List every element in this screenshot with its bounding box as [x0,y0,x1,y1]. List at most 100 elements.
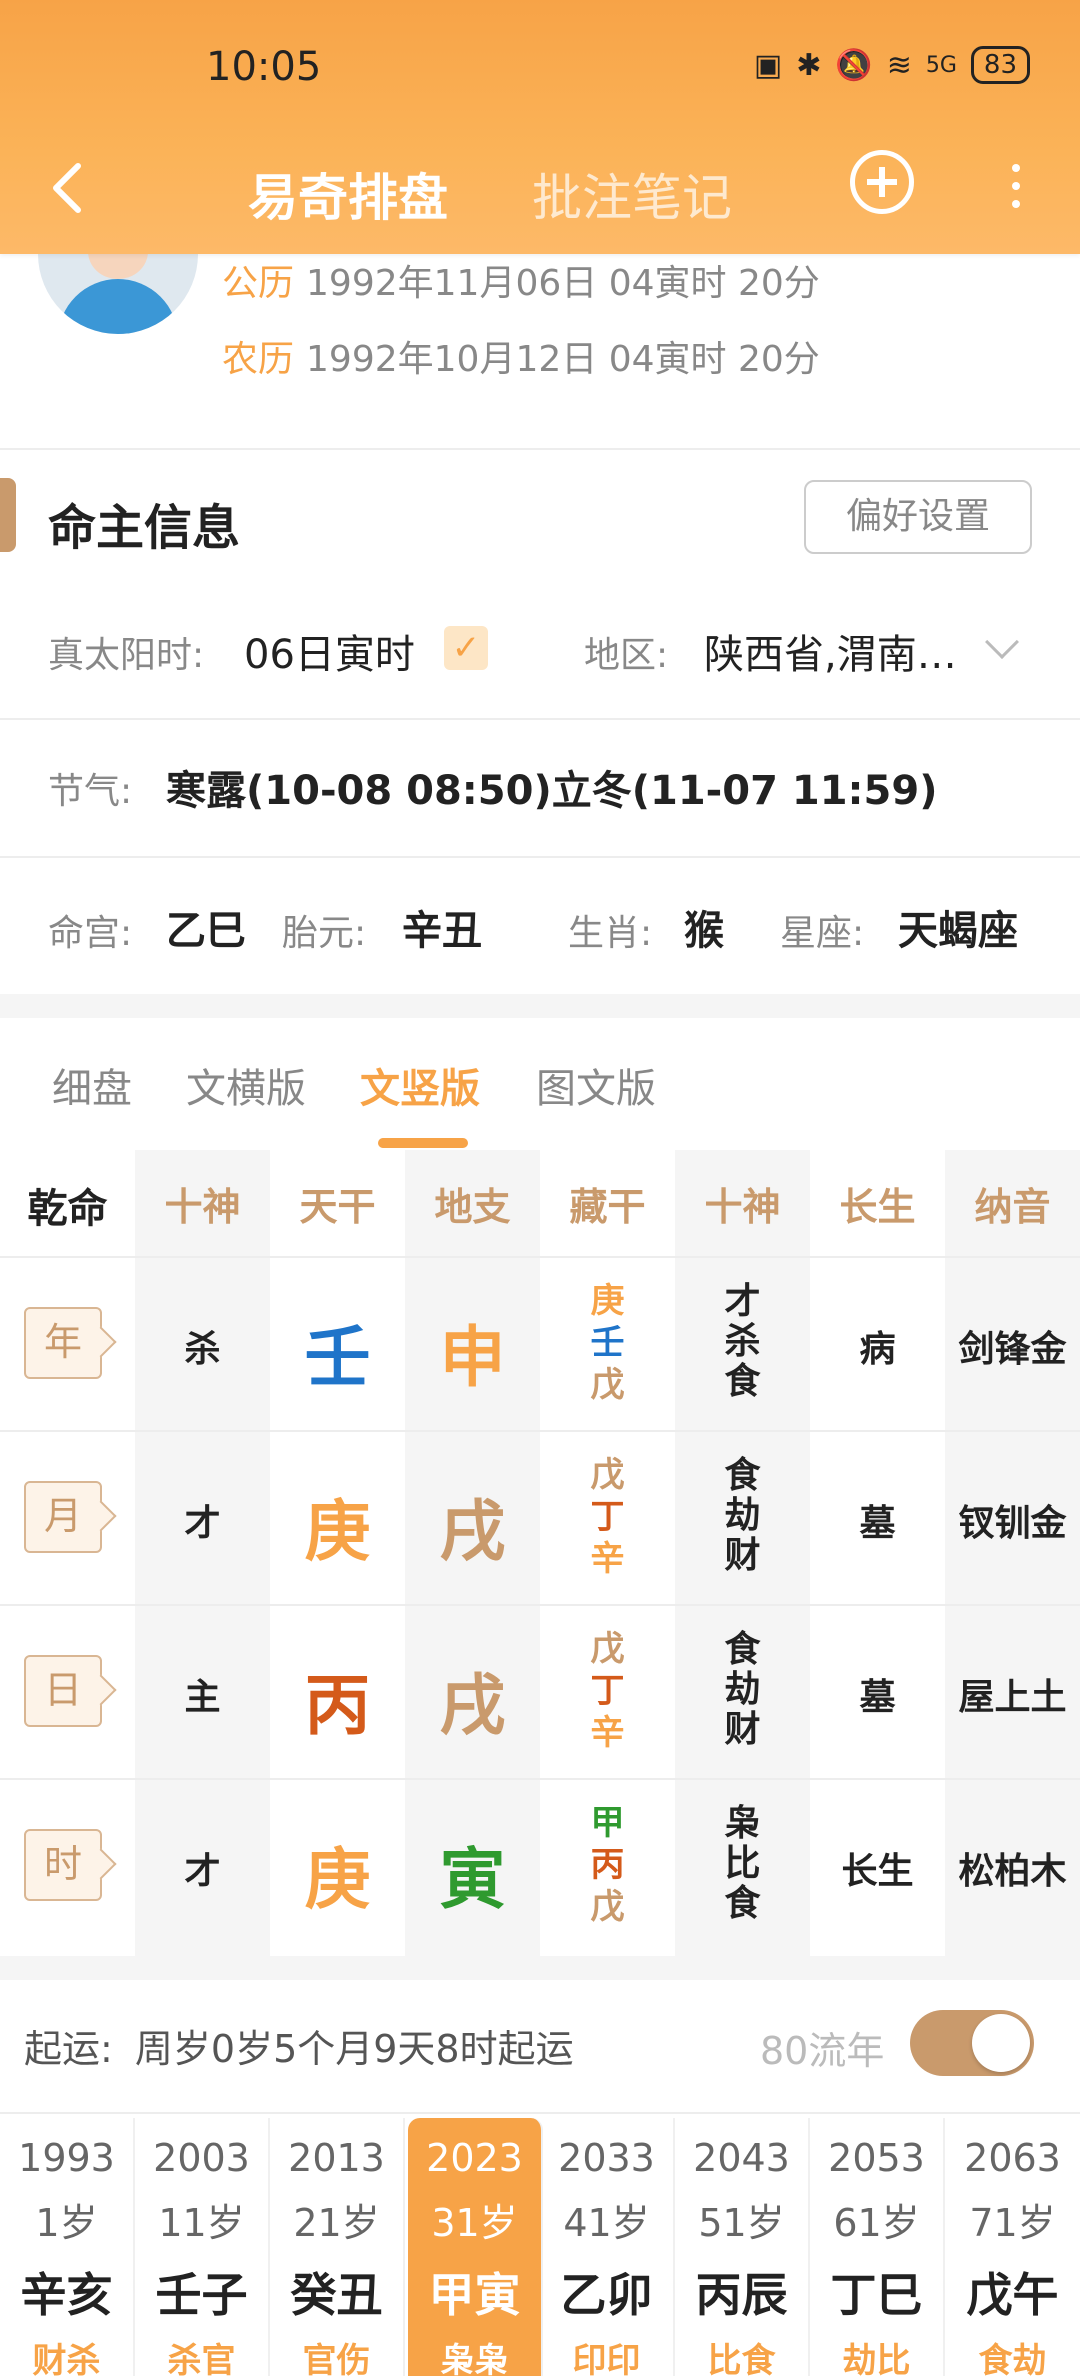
dayun-item[interactable]: 1993 1岁 辛亥 财杀 [0,2118,135,2376]
tab-xipan[interactable]: 细盘 [52,1056,132,1114]
section-gap [0,1956,1080,1980]
hidden-ten-gods: 才杀食 [724,1281,761,1402]
liunian-label: 80流年 [760,2029,885,2073]
changsheng: 病 [859,1329,896,1370]
qiyun-row: 起运: 周岁0岁5个月9天8时起运 [24,2018,574,2073]
liunian-toggle[interactable] [910,2010,1034,2076]
changsheng: 墓 [859,1503,896,1544]
section-title: 命主信息 [48,500,241,556]
pillar-day: 日 [24,1655,102,1727]
toggle-knob [972,2014,1030,2072]
lunar-date-row: 农历 1992年10月12日 04寅时 20分 [222,330,820,382]
tab-yiqi-paipan[interactable]: 易奇排盘 [248,158,448,230]
header-nayin: 纳音 [974,1185,1051,1229]
wifi-icon: ≋ [886,47,912,83]
nayin: 屋上土 [958,1677,1067,1718]
header-qianming: 乾命 [27,1186,108,1232]
lunar-tag: 农历 [222,339,295,380]
status-bar: 10:05 ▣ ✱ 🔕 ≋ 5G 83 [0,0,1080,140]
minggong-label: 命宫: [48,913,133,954]
heavenly-stem: 庚 [304,1841,371,1918]
divider [0,856,1080,858]
region-select[interactable]: 陕西省,渭南… [704,622,957,680]
active-tab-indicator [378,1138,468,1148]
true-solar-value: 06日寅时 [244,632,415,678]
solar-date-row: 公历 1992年11月06日 04寅时 20分 [222,254,820,306]
dayun-item[interactable]: 2063 71岁 戊午 食劫 [945,2118,1080,2376]
dayun-row: 1993 1岁 辛亥 财杀 2003 11岁 壬子 杀官 2013 21岁 癸丑 官伤 20… [0,2118,1080,2376]
taiyuan-value: 辛丑 [402,908,482,954]
tab-tuwenban[interactable]: 图文版 [536,1056,656,1114]
true-solar-label: 真太阳时: [48,635,205,676]
minggong-value: 乙巳 [166,908,246,954]
status-time: 10:05 [206,44,322,90]
back-icon[interactable] [40,158,100,218]
preferences-button[interactable]: 偏好设置 [804,480,1032,554]
lunar-date: 1992年10月12日 04寅时 20分 [306,339,820,380]
dayun-item[interactable]: 2013 21岁 癸丑 官伤 [270,2118,405,2376]
header-dizhi: 地支 [434,1185,511,1229]
status-icons: ▣ ✱ 🔕 ≋ 5G 83 [754,46,1030,84]
earthly-branch: 戌 [439,1493,506,1570]
divider [0,718,1080,720]
jieqi-value: 寒露(10-08 08:50)立冬(11-07 11:59) [166,768,938,814]
heavenly-stem: 庚 [304,1493,371,1570]
qiyun-text: 周岁0岁5个月9天8时起运 [134,2027,574,2071]
dayun-item[interactable]: 2033 41岁 乙卯 印印 [540,2118,675,2376]
column [135,1150,270,1956]
tab-wenhengban[interactable]: 文横版 [186,1056,306,1114]
divider [0,448,1080,450]
nfc-icon: ▣ [753,47,783,83]
solar-date: 1992年11月06日 04寅时 20分 [306,263,820,304]
app-header: 10:05 ▣ ✱ 🔕 ≋ 5G 83 易奇排盘 批注笔记 [0,0,1080,254]
profile-card: 公历 1992年11月06日 04寅时 20分 农历 1992年10月12日 04寅… [0,234,1080,448]
tab-wenshuban[interactable]: 文竖版 [360,1056,480,1114]
bluetooth-icon: ✱ [796,47,822,83]
changsheng: 长生 [841,1851,914,1892]
hidden-ten-gods: 食劫财 [724,1455,761,1576]
battery-icon: 83 [970,46,1030,84]
mute-icon: 🔕 [835,47,873,83]
jieqi-label: 节气: [48,771,133,812]
dayun-item-active[interactable]: 2023 31岁 甲寅 枭枭 [408,2118,543,2376]
nayin: 剑锋金 [958,1329,1067,1370]
solar-tag: 公历 [222,263,295,304]
bazi-chart: 乾命 十神 天干 地支 藏干 十神 长生 纳音 年 杀 壬 申 庚 壬 戊 才杀… [0,1150,1080,1956]
tab-annotation-notes[interactable]: 批注笔记 [532,158,732,230]
pillar-month: 月 [24,1481,102,1553]
more-menu-icon[interactable] [1006,164,1026,214]
hidden-ten-gods: 食劫财 [724,1629,761,1750]
column [810,1150,945,1956]
add-icon[interactable] [850,150,914,214]
signal-icon: 5G [925,52,957,78]
row-divider [0,1256,1080,1258]
heavenly-stem: 丙 [304,1667,371,1744]
heavenly-stem: 壬 [304,1319,371,1396]
ten-god: 才 [184,1851,221,1892]
region-label: 地区: [584,635,669,676]
column [945,1150,1080,1956]
chevron-down-icon[interactable] [985,625,1019,659]
header-shishen-2: 十神 [704,1185,781,1229]
true-solar-checkbox[interactable]: ✓ [444,626,488,670]
section-gap [0,994,1080,1018]
hidden-ten-gods: 枭比食 [724,1803,761,1924]
header-changsheng: 长生 [839,1185,916,1229]
nav-bar: 易奇排盘 批注笔记 [0,140,1080,240]
hidden-stems: 戊 丁 辛 [590,1629,625,1753]
qiyun-label: 起运: [24,2027,113,2071]
taiyuan-label: 胎元: [282,913,367,954]
earthly-branch: 寅 [439,1841,506,1918]
pillar-year: 年 [24,1307,102,1379]
dayun-item[interactable]: 2053 61岁 丁巳 劫比 [810,2118,945,2376]
dayun-item[interactable]: 2003 11岁 壬子 杀官 [135,2118,270,2376]
pillar-hour: 时 [24,1829,102,1901]
row-divider [0,1430,1080,1432]
dayun-item[interactable]: 2043 51岁 丙辰 比食 [675,2118,810,2376]
row-divider [0,1604,1080,1606]
xingzuo-value: 天蝎座 [898,908,1018,954]
nayin: 松柏木 [958,1851,1067,1892]
shengxiao-label: 生肖: [568,913,653,954]
header-shishen: 十神 [164,1185,241,1229]
divider [0,2112,1080,2114]
